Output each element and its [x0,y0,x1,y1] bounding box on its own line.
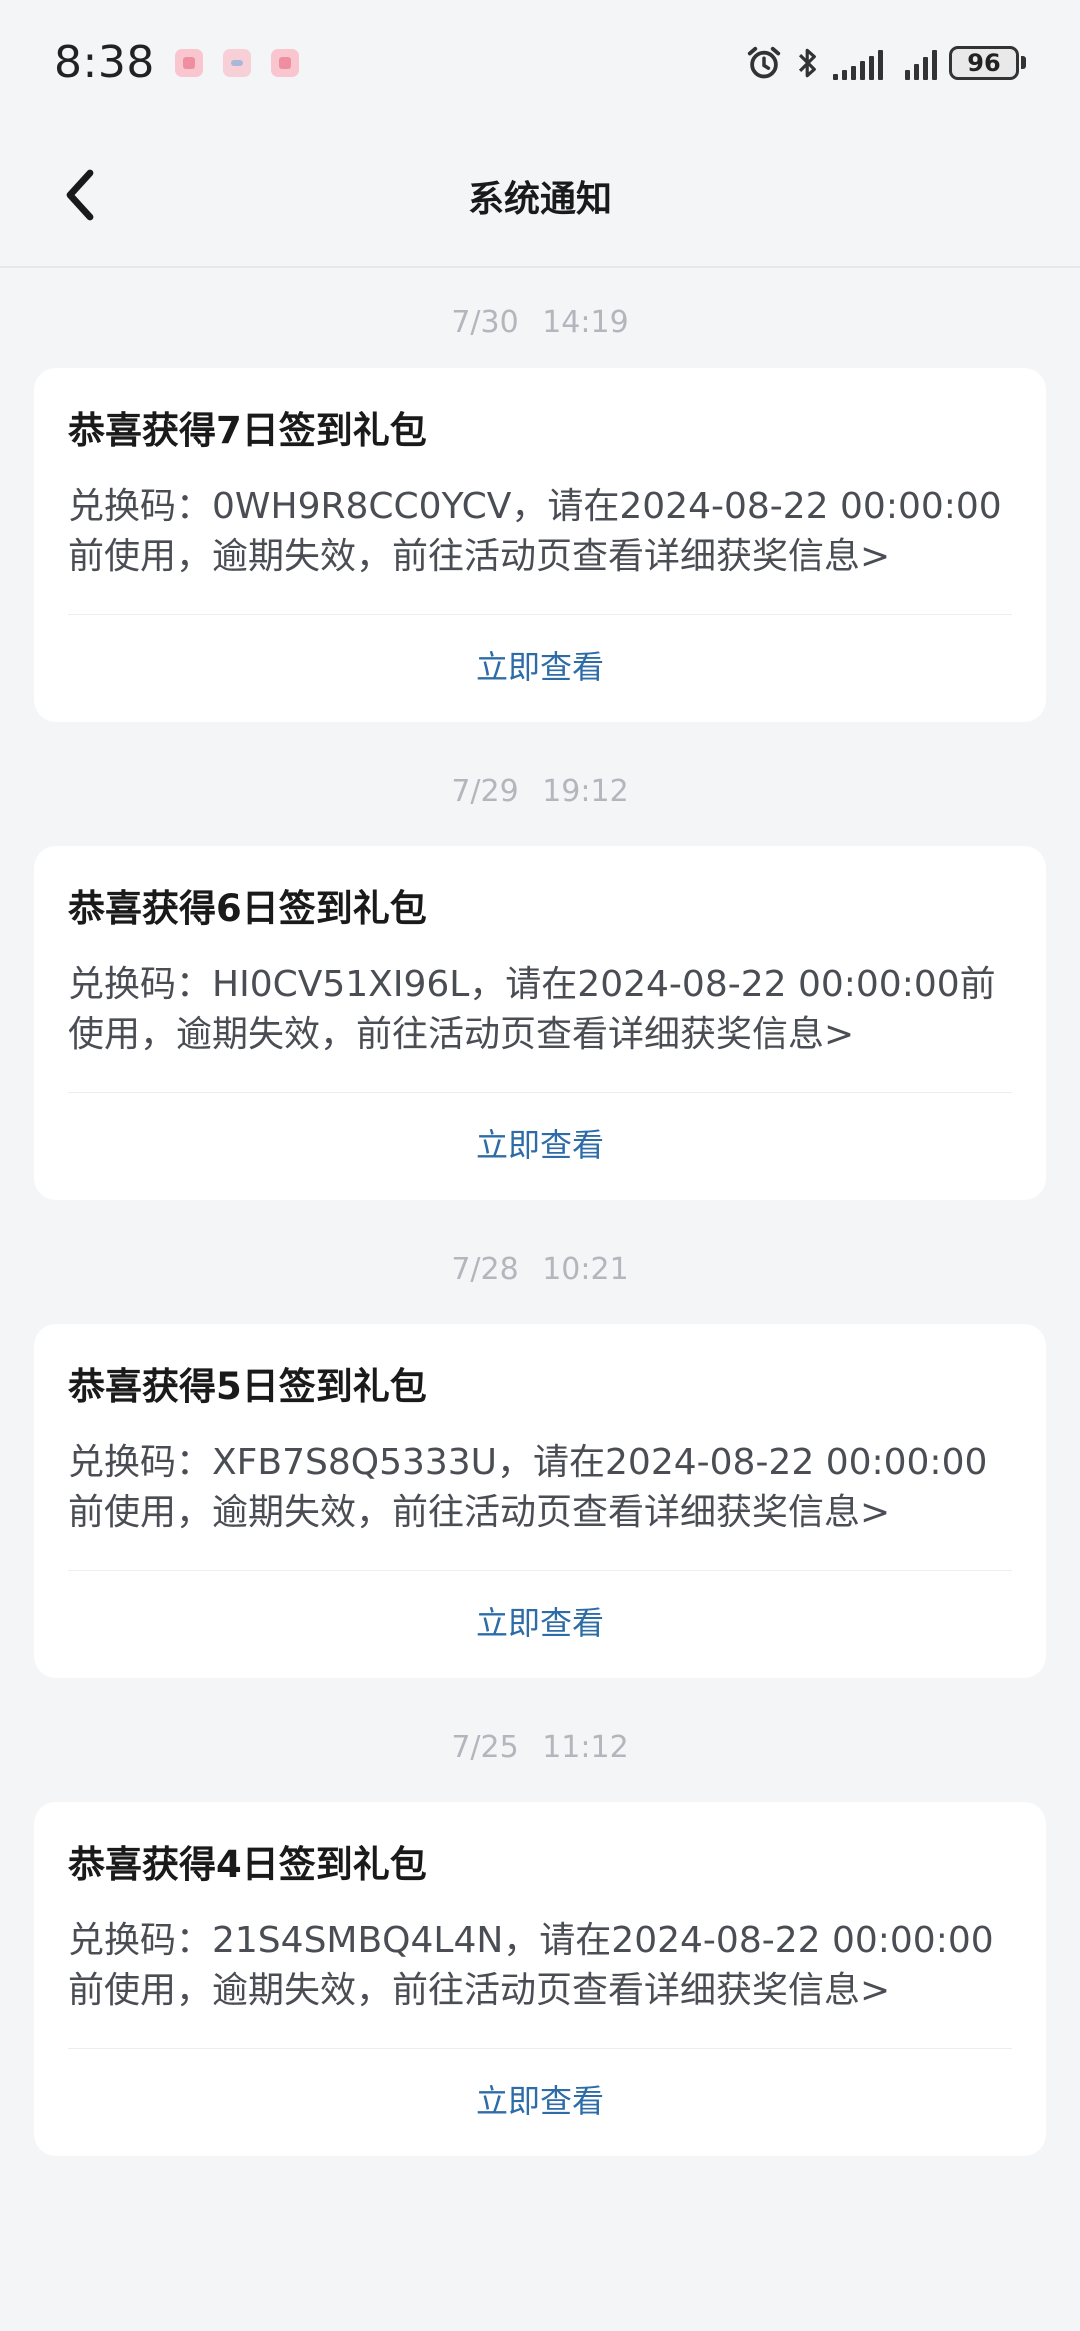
notification-list: 7/30 14:19 恭喜获得7日签到礼包 兑换码：0WH9R8CC0YCV，请… [0,268,1080,2156]
battery-level: 96 [949,45,1019,80]
view-now-button[interactable]: 立即查看 [68,2049,1012,2156]
notification-app-icon [270,48,299,77]
notification-title: 恭喜获得5日签到礼包 [68,1365,427,1408]
notification-time: 7/29 19:12 [451,774,629,809]
status-time: 8:38 [54,37,155,88]
notification-title: 恭喜获得6日签到礼包 [68,887,427,930]
notification-time: 7/25 11:12 [451,1730,629,1765]
notification-app-icon [174,48,203,77]
signal-icon [905,46,937,80]
notification-card: 恭喜获得4日签到礼包 兑换码：21S4SMBQ4L4N，请在2024-08-22… [34,1802,1046,2156]
notification-card: 恭喜获得7日签到礼包 兑换码：0WH9R8CC0YCV，请在2024-08-22… [34,368,1046,722]
bluetooth-icon [798,48,816,77]
notification-body: 兑换码：21S4SMBQ4L4N，请在2024-08-22 00:00:00前使… [68,1890,1012,2049]
alarm-icon [747,46,781,78]
view-now-button[interactable]: 立即查看 [68,1571,1012,1678]
notification-title: 恭喜获得7日签到礼包 [68,409,427,452]
view-now-button[interactable]: 立即查看 [68,1093,1012,1200]
notification-body: 兑换码：HI0CV51XI96L，请在2024-08-22 00:00:00前使… [68,934,1012,1093]
notification-title: 恭喜获得4日签到礼包 [68,1843,427,1886]
notification-time: 7/30 14:19 [451,305,629,340]
battery-icon: 96 [949,45,1026,80]
status-left: 8:38 [54,37,299,88]
back-button[interactable] [50,165,110,225]
notification-time: 7/28 10:21 [451,1252,629,1287]
status-bar: 8:38 96 [0,0,1080,125]
notification-app-icon [222,48,251,77]
notification-card: 恭喜获得5日签到礼包 兑换码：XFB7S8Q5333U，请在2024-08-22… [34,1324,1046,1678]
nav-header: 系统通知 [0,125,1080,268]
notification-body: 兑换码：XFB7S8Q5333U，请在2024-08-22 00:00:00前使… [68,1412,1012,1571]
page-title: 系统通知 [467,178,612,220]
notification-card: 恭喜获得6日签到礼包 兑换码：HI0CV51XI96L，请在2024-08-22… [34,846,1046,1200]
view-now-button[interactable]: 立即查看 [68,615,1012,722]
signal-icon [833,46,883,80]
notification-body: 兑换码：0WH9R8CC0YCV，请在2024-08-22 00:00:00前使… [68,456,1012,615]
chevron-left-icon [66,169,94,221]
status-right: 96 [745,44,1026,82]
